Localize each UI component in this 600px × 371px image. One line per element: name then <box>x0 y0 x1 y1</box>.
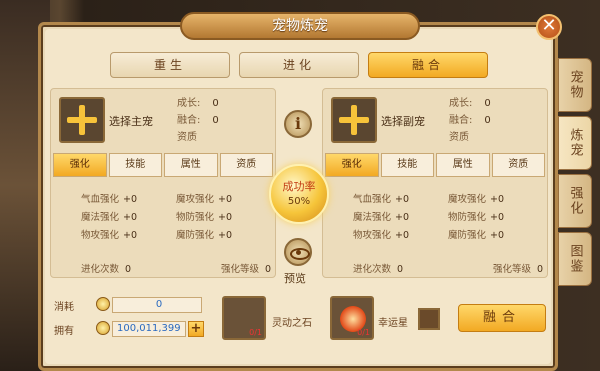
sub-pet-stats: 成长: 0 融合: 0 资质 <box>449 98 491 143</box>
tab-aptitude[interactable]: 资质 <box>491 153 545 177</box>
main-pet-stats: 成长: 0 融合: 0 资质 <box>177 98 219 143</box>
sub-pet-box: 选择副宠 成长: 0 融合: 0 资质 强化 技能 属性 资质 气血强化 +0 魔攻强… <box>322 88 548 278</box>
lucky-star-item-count: 0/1 <box>357 328 370 337</box>
side-tab-pet[interactable]: 宠物 <box>558 58 592 112</box>
sub-pet-label: 选择副宠 <box>381 115 425 128</box>
tab-enhance[interactable]: 强化 <box>53 153 107 177</box>
lucky-star-checkbox[interactable] <box>418 308 440 330</box>
sub-pet-subtabs: 强化 技能 属性 资质 <box>323 151 547 179</box>
preview-label: 预览 <box>284 272 306 285</box>
eye-icon[interactable] <box>284 238 312 266</box>
add-icon <box>65 103 99 137</box>
lucky-star-label: 幸运星 <box>378 318 408 329</box>
success-rate-badge: 成功率 50% <box>269 164 329 224</box>
rebirth-button[interactable]: 重生 <box>110 52 230 78</box>
lucky-star-item-slot[interactable]: 0/1 <box>330 296 374 340</box>
side-tab-enhance[interactable]: 强化 <box>558 174 592 228</box>
add-currency-button[interactable]: + <box>188 321 204 337</box>
spirit-stone-slot[interactable]: 0/1 <box>222 296 266 340</box>
evolve-button[interactable]: 进化 <box>239 52 359 78</box>
main-pet-attributes: 气血强化 +0 魔攻强化 +0 魔法强化 +0 物防强化 +0 物攻强化 +0 魔防强化 +… <box>81 194 233 241</box>
fuse-button[interactable]: 融合 <box>458 304 546 332</box>
side-tab-codex[interactable]: 图鉴 <box>558 232 592 286</box>
owned-label: 拥有 <box>54 326 74 337</box>
sub-pet-slot[interactable] <box>331 97 377 143</box>
add-icon <box>337 103 371 137</box>
main-pet-box: 选择主宠 成长: 0 融合: 0 资质 强化 技能 属性 资质 气血强化 +0 魔攻强… <box>50 88 276 278</box>
cost-value: 0 <box>112 297 202 313</box>
fusion-footer: 消耗 0 拥有 100,011,399 + 0/1 灵动之石 0/1 幸运星 融… <box>54 294 554 344</box>
main-pet-summary: 进化次数 0 强化等级 0 <box>81 264 271 275</box>
panel-title: 宠物炼宠 <box>180 12 420 40</box>
side-tabs: 宠物 炼宠 强化 图鉴 <box>558 58 596 290</box>
fuse-tab-button[interactable]: 融合 <box>368 52 488 78</box>
spirit-stone-label: 灵动之石 <box>272 318 312 329</box>
info-icon[interactable]: i <box>284 110 312 138</box>
tab-skills[interactable]: 技能 <box>380 153 434 177</box>
coin-icon <box>96 297 110 311</box>
sub-pet-attributes: 气血强化 +0 魔攻强化 +0 魔法强化 +0 物防强化 +0 物攻强化 +0 魔防强化 +… <box>353 194 505 241</box>
tab-skills[interactable]: 技能 <box>108 153 162 177</box>
coin-icon <box>96 321 110 335</box>
tab-attributes[interactable]: 属性 <box>436 153 490 177</box>
main-pet-label: 选择主宠 <box>109 115 153 128</box>
main-pet-slot[interactable] <box>59 97 105 143</box>
success-rate-label: 成功率 <box>282 180 316 193</box>
spirit-stone-count: 0/1 <box>249 328 262 337</box>
cost-label: 消耗 <box>54 302 74 313</box>
side-tab-refine[interactable]: 炼宠 <box>558 116 592 170</box>
success-rate-value: 50% <box>287 196 311 207</box>
owned-value: 100,011,399 <box>112 321 186 337</box>
tab-attributes[interactable]: 属性 <box>164 153 218 177</box>
main-pet-subtabs: 强化 技能 属性 资质 <box>51 151 275 179</box>
close-button[interactable]: ✕ <box>536 14 562 40</box>
sub-pet-summary: 进化次数 0 强化等级 0 <box>353 264 543 275</box>
middle-column: i 成功率 50% 预览 <box>264 88 334 288</box>
